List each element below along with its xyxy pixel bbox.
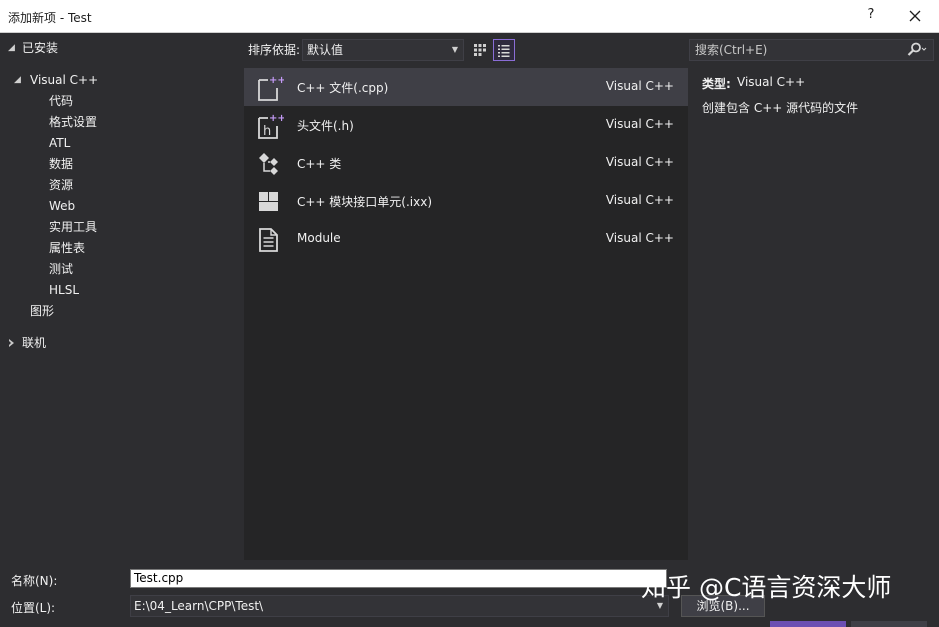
template-name: C++ 文件(.cpp) (297, 81, 389, 95)
close-button[interactable] (905, 6, 925, 26)
template-item-cpp-file[interactable]: ++ C++ 文件(.cpp) Visual C++ (244, 68, 688, 106)
module-document-icon (256, 226, 282, 252)
name-field[interactable]: Test.cpp (130, 569, 667, 588)
tree-label-installed: 已安装 (22, 41, 59, 55)
type-label: 类型: (702, 77, 731, 91)
template-name: C++ 模块接口单元(.ixx) (297, 195, 433, 209)
template-language: Visual C++ (605, 231, 674, 245)
tree-label-online: 联机 (22, 336, 47, 350)
sort-label: 排序依据: (248, 43, 301, 57)
tree-item-code[interactable]: 代码 (49, 91, 73, 111)
name-field-value: Test.cpp (134, 571, 184, 585)
tree-node-visual-cpp[interactable]: ◢ Visual C++ (14, 70, 98, 90)
template-language: Visual C++ (605, 79, 674, 93)
tree-item-data[interactable]: 数据 (49, 154, 73, 174)
cpp-class-icon (256, 150, 282, 176)
module-interface-icon (256, 188, 282, 214)
tree-item-resources[interactable]: 资源 (49, 175, 73, 195)
location-value: E:\04_Learn\CPP\Test\ (134, 599, 264, 613)
tree-item-property-sheets[interactable]: 属性表 (49, 238, 85, 258)
collapsed-arrow-icon[interactable] (9, 339, 14, 347)
location-dropdown[interactable]: E:\04_Learn\CPP\Test\ ▼ (130, 595, 669, 617)
search-input[interactable]: 搜索(Ctrl+E) (689, 39, 934, 61)
svg-text:h: h (263, 124, 271, 139)
template-language: Visual C++ (605, 155, 674, 169)
dialog-title-bar: 添加新项 - Test ? (0, 0, 939, 33)
watermark: 知乎 @C语言资深大师 (641, 573, 892, 602)
tree-item-atl[interactable]: ATL (49, 133, 70, 153)
search-icon[interactable] (905, 41, 927, 65)
tree-item-formatting[interactable]: 格式设置 (49, 112, 97, 132)
search-placeholder: 搜索(Ctrl+E) (695, 43, 768, 57)
tree-item-hlsl[interactable]: HLSL (49, 280, 79, 300)
sort-value: 默认值 (307, 43, 344, 57)
help-button[interactable]: ? (863, 7, 879, 25)
location-label: 位置(L): (11, 601, 56, 615)
tree-item-web[interactable]: Web (49, 196, 75, 216)
type-value: Visual C++ (737, 75, 806, 89)
template-item-cpp-class[interactable]: C++ 类 Visual C++ (244, 144, 688, 182)
add-button[interactable] (770, 621, 846, 627)
category-tree: ◢ 已安装 ◢ Visual C++ 代码 格式设置 ATL 数据 资源 Web… (0, 33, 244, 560)
expanded-arrow-icon[interactable]: ◢ (8, 38, 15, 58)
dialog-title: 添加新项 - Test (8, 11, 92, 25)
name-label: 名称(N): (11, 574, 58, 588)
template-language: Visual C++ (605, 117, 674, 131)
template-name: 头文件(.h) (297, 119, 354, 133)
svg-text:++: ++ (269, 75, 284, 86)
cancel-button[interactable] (851, 621, 927, 627)
header-file-icon: h ++ (256, 112, 286, 139)
template-list: ++ C++ 文件(.cpp) Visual C++ h ++ 头文件(.h) … (244, 68, 688, 560)
template-details-panel: 类型: Visual C++ 创建包含 C++ 源代码的文件 (689, 68, 939, 560)
tree-label-visual-cpp: Visual C++ (30, 73, 99, 87)
expanded-arrow-icon[interactable]: ◢ (14, 70, 21, 90)
dropdown-arrow-icon: ▼ (451, 45, 458, 54)
tree-item-utilities[interactable]: 实用工具 (49, 217, 97, 237)
template-item-header-file[interactable]: h ++ 头文件(.h) Visual C++ (244, 106, 688, 144)
template-description: 创建包含 C++ 源代码的文件 (702, 101, 859, 115)
list-view-button[interactable] (493, 39, 515, 61)
template-name: C++ 类 (297, 157, 342, 171)
template-item-module-interface[interactable]: C++ 模块接口单元(.ixx) Visual C++ (244, 182, 688, 220)
template-language: Visual C++ (605, 193, 674, 207)
small-icons-view-button[interactable] (469, 39, 491, 61)
list-view-icon (498, 45, 510, 57)
tree-item-graphics[interactable]: 图形 (30, 301, 54, 321)
close-icon (909, 10, 921, 22)
tree-item-test[interactable]: 测试 (49, 259, 73, 279)
template-name: Module (297, 231, 341, 245)
template-item-module[interactable]: Module Visual C++ (244, 220, 688, 258)
sort-dropdown[interactable]: 默认值 ▼ (302, 39, 464, 61)
grid-view-icon (474, 44, 486, 56)
svg-text:++: ++ (269, 113, 284, 124)
cpp-file-icon: ++ (256, 74, 286, 101)
